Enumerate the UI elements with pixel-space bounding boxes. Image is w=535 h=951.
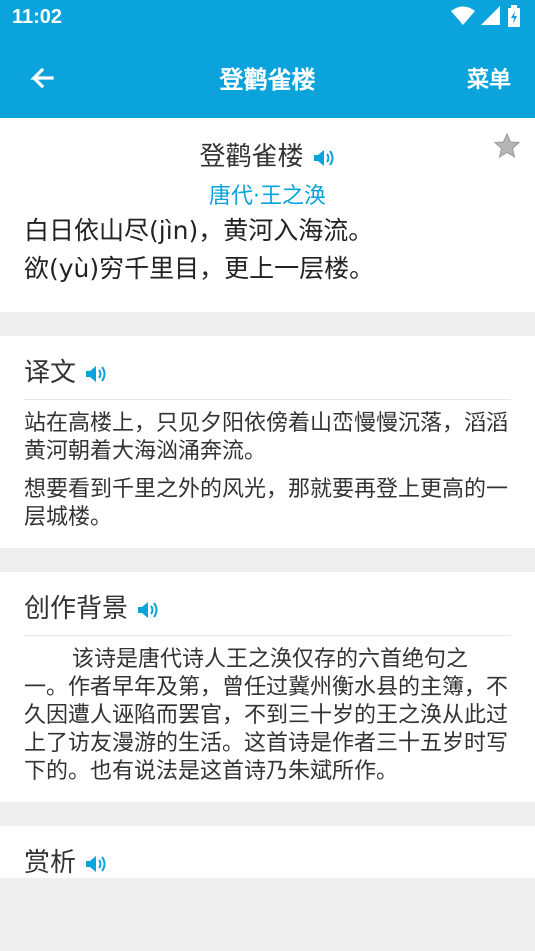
speaker-icon[interactable]	[136, 599, 160, 621]
bottom-area	[0, 878, 535, 951]
poem-line: 白日依山尽(jìn)，黄河入海流。	[24, 216, 374, 245]
poem-title: 登鹳雀楼	[199, 142, 304, 172]
translation-heading: 译文	[24, 358, 77, 388]
poem-author[interactable]: 唐代·王之涣	[24, 178, 511, 212]
favorite-button[interactable]	[493, 132, 521, 160]
translation-body: 站在高楼上，只见夕阳依傍着山峦慢慢沉落，滔滔黄河朝着大海汹涌奔流。 想要看到千里…	[24, 400, 511, 548]
background-heading: 创作背景	[24, 594, 129, 624]
appreciation-header: 赏析	[24, 826, 511, 878]
poem-title-row: 登鹳雀楼	[24, 118, 511, 178]
speaker-icon[interactable]	[84, 853, 108, 875]
content-scroll[interactable]: 登鹳雀楼 唐代·王之涣 白日依山尽(jìn)，黄河入海流。 欲(yù)穷千里目，…	[0, 118, 535, 878]
speaker-icon[interactable]	[84, 363, 108, 385]
signal-icon	[481, 6, 501, 30]
speaker-icon[interactable]	[312, 147, 336, 169]
background-card: 创作背景 该诗是唐代诗人王之涣仅存的六首绝句之一。作者早年及第，曾任过冀州衡水县…	[0, 572, 535, 802]
poem-line: 欲(yù)穷千里目，更上一层楼。	[24, 254, 375, 283]
translation-paragraph: 站在高楼上，只见夕阳依傍着山峦慢慢沉落，滔滔黄河朝着大海汹涌奔流。	[24, 411, 509, 464]
appreciation-card: 赏析	[0, 826, 535, 878]
app-title: 登鹳雀楼	[219, 66, 316, 94]
translation-header: 译文	[24, 336, 511, 400]
status-icons	[451, 5, 521, 31]
wifi-icon	[451, 6, 475, 30]
status-time: 11:02	[12, 6, 63, 28]
poem-card: 登鹳雀楼 唐代·王之涣 白日依山尽(jìn)，黄河入海流。 欲(yù)穷千里目，…	[0, 118, 535, 312]
translation-paragraph: 想要看到千里之外的风光，那就要再登上更高的一层城楼。	[24, 477, 509, 530]
background-paragraph: 该诗是唐代诗人王之涣仅存的六首绝句之一。作者早年及第，曾任过冀州衡水县的主簿，不…	[24, 647, 509, 784]
app-bar: 登鹳雀楼 菜单	[0, 38, 535, 118]
battery-icon	[507, 5, 521, 31]
translation-card: 译文 站在高楼上，只见夕阳依傍着山峦慢慢沉落，滔滔黄河朝着大海汹涌奔流。 想要看…	[0, 336, 535, 548]
background-header: 创作背景	[24, 572, 511, 636]
menu-button[interactable]: 菜单	[467, 62, 511, 94]
status-bar: 11:02	[0, 0, 535, 38]
star-icon	[493, 132, 521, 164]
background-body: 该诗是唐代诗人王之涣仅存的六首绝句之一。作者早年及第，曾任过冀州衡水县的主簿，不…	[24, 636, 511, 802]
appreciation-heading: 赏析	[24, 848, 77, 878]
